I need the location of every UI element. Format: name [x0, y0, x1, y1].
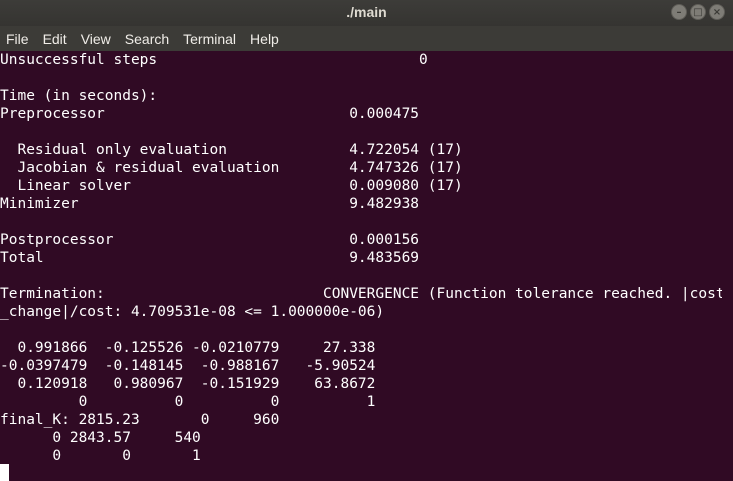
- menu-search[interactable]: Search: [125, 31, 169, 47]
- menu-view[interactable]: View: [81, 31, 111, 47]
- terminal-line: 0 2843.57 540: [0, 430, 201, 446]
- menu-bar: File Edit View Search Terminal Help: [0, 26, 733, 51]
- close-button[interactable]: ×: [709, 4, 725, 20]
- window-controls: – □ ×: [671, 4, 725, 20]
- terminal-window: ./main – □ × File Edit View Search Termi…: [0, 0, 733, 481]
- terminal-line: _change|/cost: 4.709531e-08 <= 1.000000e…: [0, 304, 385, 320]
- terminal-line: 0 0 1: [0, 448, 201, 464]
- terminal-line: -0.0397479 -0.148145 -0.988167 -5.90524: [0, 358, 376, 374]
- window-title: ./main: [346, 4, 387, 20]
- terminal-line: 0 0 0 1: [0, 394, 376, 410]
- menu-file[interactable]: File: [6, 31, 29, 47]
- terminal-output[interactable]: Unsuccessful steps 0 Time (in seconds): …: [0, 51, 722, 481]
- terminal-line: Postprocessor 0.000156: [0, 232, 420, 248]
- terminal-scrollbar[interactable]: [722, 51, 733, 481]
- menu-edit[interactable]: Edit: [43, 31, 67, 47]
- text-cursor: [0, 464, 9, 481]
- terminal-line: Linear solver 0.009080 (17): [0, 178, 463, 194]
- terminal-line: Jacobian & residual evaluation 4.747326 …: [0, 160, 463, 176]
- terminal-line: final_K: 2815.23 0 960: [0, 412, 280, 428]
- title-bar[interactable]: ./main – □ ×: [0, 0, 733, 26]
- terminal-line: Unsuccessful steps 0: [0, 52, 428, 68]
- terminal-line: Residual only evaluation 4.722054 (17): [0, 142, 463, 158]
- terminal-line: Total 9.483569: [0, 250, 420, 266]
- terminal-line: Termination: CONVERGENCE (Function toler…: [0, 286, 722, 302]
- maximize-button[interactable]: □: [690, 4, 706, 20]
- minimize-button[interactable]: –: [671, 4, 687, 20]
- menu-help[interactable]: Help: [250, 31, 279, 47]
- terminal-line: Preprocessor 0.000475: [0, 106, 420, 122]
- terminal-line: Minimizer 9.482938: [0, 196, 420, 212]
- terminal-line: 0.120918 0.980967 -0.151929 63.8672: [0, 376, 376, 392]
- menu-terminal[interactable]: Terminal: [183, 31, 236, 47]
- terminal-line: 0.991866 -0.125526 -0.0210779 27.338: [0, 340, 376, 356]
- terminal-line: Time (in seconds):: [0, 88, 158, 104]
